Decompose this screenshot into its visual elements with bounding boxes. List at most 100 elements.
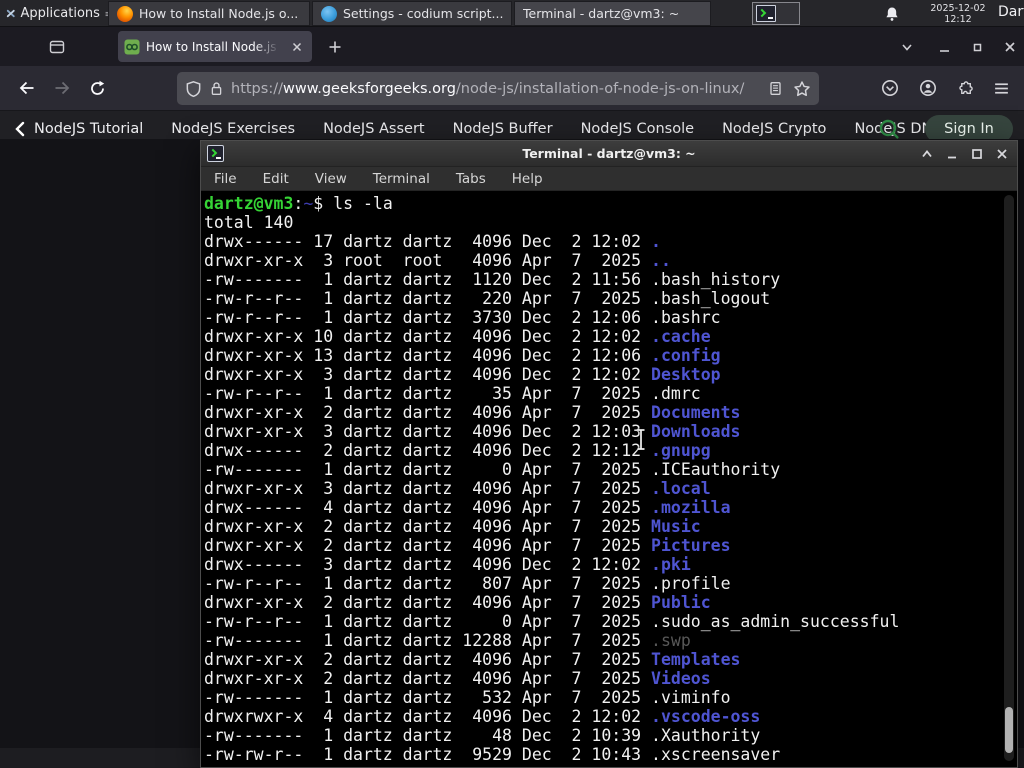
- pocket-button[interactable]: [875, 73, 905, 103]
- terminal-menubar: File Edit View Terminal Tabs Help: [201, 167, 1017, 191]
- terminal-menu-item[interactable]: Edit: [263, 171, 289, 187]
- prompt-symbol: $: [313, 194, 334, 213]
- ibeam-cursor: [637, 429, 645, 450]
- applications-menu[interactable]: Applications: [0, 0, 110, 27]
- file-name: ..: [651, 251, 671, 270]
- clock-date: 2025-12-02: [930, 3, 986, 14]
- account-button[interactable]: [913, 73, 943, 103]
- subnav-link[interactable]: NodeJS Tutorial: [34, 121, 143, 137]
- terminal-line: drwx------ 17 dartz dartz 4096 Dec 2 12:…: [204, 232, 1017, 251]
- browser-maximize-button[interactable]: [965, 36, 989, 58]
- terminal-menu-item[interactable]: Terminal: [373, 171, 430, 187]
- url-input[interactable]: https://www.geeksforgeeks.org/node-js/in…: [231, 81, 761, 97]
- file-name: .sudo_as_admin_successful: [651, 612, 900, 631]
- file-attributes: -rw------- 1 dartz dartz 48 Dec 2 10:39: [204, 726, 652, 745]
- lock-icon[interactable]: [209, 80, 224, 97]
- reload-button[interactable]: [82, 73, 112, 103]
- browser-close-button[interactable]: [998, 36, 1022, 58]
- file-attributes: drwxr-xr-x 3 dartz dartz 4096 Apr 7 2025: [204, 479, 652, 498]
- plus-icon: [329, 41, 341, 53]
- file-name: .local: [651, 479, 711, 498]
- terminal-menu-item[interactable]: Tabs: [456, 171, 486, 187]
- terminal-menu-item[interactable]: View: [315, 171, 347, 187]
- list-all-tabs-button[interactable]: [896, 36, 918, 58]
- maximize-icon: [972, 149, 982, 159]
- firefox-view-button[interactable]: [44, 35, 70, 59]
- terminal-line: -rw-r--r-- 1 dartz dartz 35 Apr 7 2025 .…: [204, 384, 1017, 403]
- file-attributes: drwxr-xr-x 2 dartz dartz 4096 Apr 7 2025: [204, 593, 652, 612]
- file-name: .bashrc: [651, 308, 721, 327]
- terminal-scrollbar[interactable]: [1004, 195, 1014, 761]
- file-attributes: drwx------ 3 dartz dartz 4096 Dec 2 12:0…: [204, 555, 652, 574]
- hamburger-menu-icon: [994, 82, 1008, 94]
- file-attributes: drwxr-xr-x 2 dartz dartz 4096 Apr 7 2025: [204, 403, 652, 422]
- terminal-maximize-button[interactable]: [968, 145, 986, 163]
- terminal-line: -rw-r--r-- 1 dartz dartz 0 Apr 7 2025 .s…: [204, 612, 1017, 631]
- terminal-line: drwxr-xr-x 3 dartz dartz 4096 Dec 2 12:0…: [204, 365, 1017, 384]
- terminal-menu-item[interactable]: Help: [512, 171, 543, 187]
- file-attributes: drwxr-xr-x 2 dartz dartz 4096 Apr 7 2025: [204, 669, 652, 688]
- forward-button[interactable]: [47, 73, 77, 103]
- extensions-button[interactable]: [950, 73, 980, 103]
- terminal-titlebar[interactable]: Terminal - dartz@vm3: ~: [201, 141, 1017, 167]
- tab-close-button[interactable]: [288, 38, 306, 56]
- terminal-window: Terminal - dartz@vm3: ~ File Edit View T…: [200, 140, 1018, 768]
- navigation-toolbar: https://www.geeksforgeeks.org/node-js/in…: [0, 66, 1024, 111]
- app-menu-button[interactable]: [986, 73, 1016, 103]
- reader-mode-icon[interactable]: [768, 80, 783, 97]
- file-name: .viminfo: [651, 688, 731, 707]
- subnav-link[interactable]: NodeJS Console: [581, 121, 695, 137]
- terminal-output: dartz@vm3:~$ ls -la total 140 drwx------…: [201, 192, 1017, 767]
- window-button-label: Terminal - dartz@vm3: ~: [523, 6, 680, 21]
- terminal-line: drwxr-xr-x 3 root root 4096 Apr 7 2025 .…: [204, 251, 1017, 270]
- file-name: .vscode-oss: [651, 707, 761, 726]
- subnav-links: NodeJS Tutorial NodeJS Exercises NodeJS …: [34, 121, 1004, 137]
- file-name: .xscreensaver: [651, 745, 781, 764]
- minimize-icon: [948, 156, 956, 159]
- terminal-shade-button[interactable]: [918, 145, 936, 163]
- terminal-scrollbar-thumb[interactable]: [1005, 707, 1013, 753]
- maximize-icon: [973, 43, 981, 51]
- terminal-line: drwxr-xr-x 13 dartz dartz 4096 Dec 2 12:…: [204, 346, 1017, 365]
- chevron-left-icon[interactable]: [14, 121, 26, 137]
- terminal-close-button[interactable]: [993, 145, 1011, 163]
- file-attributes: drwxr-xr-x 3 dartz dartz 4096 Dec 2 12:0…: [204, 422, 652, 441]
- subnav-link[interactable]: NodeJS Buffer: [453, 121, 553, 137]
- subnav-link[interactable]: NodeJS Exercises: [171, 121, 295, 137]
- terminal-line: -rw-r--r-- 1 dartz dartz 3730 Dec 2 12:0…: [204, 308, 1017, 327]
- star-icon[interactable]: [793, 80, 811, 98]
- url-bar[interactable]: https://www.geeksforgeeks.org/node-js/in…: [177, 72, 819, 105]
- applications-label: Applications: [20, 6, 100, 21]
- terminal-line: drwx------ 2 dartz dartz 4096 Dec 2 12:1…: [204, 441, 1017, 460]
- new-tab-button[interactable]: [324, 36, 346, 58]
- bell-icon[interactable]: [884, 6, 900, 22]
- file-name: .Xauthority: [651, 726, 761, 745]
- taskbar-window-button[interactable]: Terminal - dartz@vm3: ~: [514, 1, 711, 26]
- top-panel: Applications How to Install Node.js o...…: [0, 0, 1024, 27]
- browser-minimize-button[interactable]: [932, 36, 956, 58]
- terminal-line: -rw------- 1 dartz dartz 532 Apr 7 2025 …: [204, 688, 1017, 707]
- taskbar-window-button[interactable]: How to Install Node.js o...: [108, 1, 310, 26]
- search-icon[interactable]: [878, 118, 900, 140]
- window-button-label: How to Install Node.js o...: [139, 6, 299, 21]
- close-icon: [997, 149, 1007, 159]
- terminal-line: -rw------- 1 dartz dartz 48 Dec 2 10:39 …: [204, 726, 1017, 745]
- file-name: .pki: [651, 555, 691, 574]
- file-attributes: -rw-rw-r-- 1 dartz dartz 9529 Dec 2 10:4…: [204, 745, 652, 764]
- back-button[interactable]: [12, 73, 42, 103]
- terminal-line: -rw------- 1 dartz dartz 12288 Apr 7 202…: [204, 631, 1017, 650]
- terminal-line: drwxr-xr-x 2 dartz dartz 4096 Apr 7 2025…: [204, 517, 1017, 536]
- session-user-menu[interactable]: Dartz: [998, 4, 1024, 20]
- terminal-minimize-button[interactable]: [943, 145, 961, 163]
- taskbar-window-button[interactable]: Settings - codium script...: [312, 1, 512, 26]
- shield-icon[interactable]: [185, 80, 202, 98]
- workspace-pager[interactable]: [752, 2, 800, 25]
- terminal-menu-item[interactable]: File: [214, 171, 237, 187]
- shade-icon: [922, 150, 932, 158]
- browser-tab[interactable]: How to Install Node.js on: [118, 31, 312, 62]
- url-scheme: https://: [231, 80, 283, 97]
- firefox-view-icon: [49, 40, 65, 54]
- subnav-link[interactable]: NodeJS Crypto: [722, 121, 826, 137]
- subnav-link[interactable]: NodeJS Assert: [323, 121, 425, 137]
- panel-clock[interactable]: 2025-12-02 12:12: [922, 2, 994, 26]
